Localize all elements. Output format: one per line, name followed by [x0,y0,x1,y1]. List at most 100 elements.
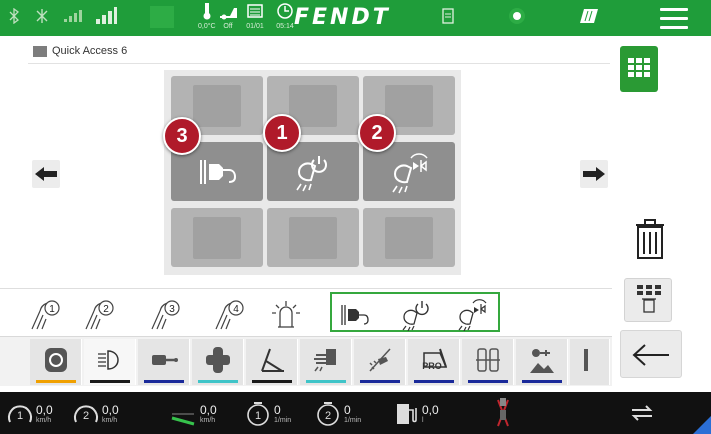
signal-icon [62,8,84,24]
page-title: Quick Access 6 [52,45,128,57]
svg-text:2: 2 [83,410,89,422]
function-tab-bar: PRO [0,336,612,386]
svg-text:4: 4 [233,304,239,315]
headland-sequence-icon: 3 [151,300,180,330]
beacon-light-button[interactable] [266,299,306,333]
tab-spray[interactable] [354,339,406,385]
svg-text:2: 2 [103,304,109,315]
svg-text:1: 1 [255,410,261,422]
pto-2-gauge: 2 0 1/min [314,400,378,428]
speedometer-2-icon: 2 [74,405,98,423]
plug-icon [341,305,369,325]
date-text: 01/01 [246,23,264,30]
tile-empty-r3c1[interactable] [171,208,263,267]
tab-tyre-pressure[interactable] [462,339,514,385]
work-light-auto-icon [392,153,428,194]
brand-logo: FENDT [294,5,391,30]
work-light-auto-button[interactable] [452,299,492,333]
svg-text:1: 1 [49,304,55,315]
work-light-power-icon [402,301,429,331]
tab-more[interactable] [570,339,610,385]
work-light-power-button[interactable] [396,299,436,333]
speed-gauge-2: 2 0,0 km/h [72,400,136,428]
delete-trash-button[interactable] [634,218,666,265]
headland-sequence-icon: 4 [215,300,244,330]
hydraulic-icon [314,349,336,372]
slip-value: 0,0 [200,403,217,417]
tyre-pressure-icon [476,348,500,372]
pto-status-indicator: Off [218,2,238,30]
front-linkage-icon [206,347,230,373]
clock-indicator: 05:14 [276,2,294,30]
tab-terrain[interactable] [516,339,568,385]
headland-sequence-3-button[interactable]: 3 [146,299,186,333]
tab-underline [468,380,508,383]
tab-engine[interactable] [30,339,82,385]
date-indicator: 01/01 [246,2,264,30]
terrain-icon [530,349,554,373]
pto-1-gauge: 1 0 1/min [244,400,308,428]
clear-all-button[interactable] [624,278,672,322]
clear-grid-icon [637,285,661,313]
fuel-pump-icon [397,404,417,424]
speed-1-value: 0,0 [36,403,53,417]
headland-sequence-icon: 2 [85,300,114,330]
speed-2-value: 0,0 [102,403,119,417]
tab-pro[interactable]: PRO [408,339,460,385]
swap-view-button[interactable] [630,402,654,429]
tab-front-linkage[interactable] [192,339,244,385]
tile-empty-r3c2[interactable] [267,208,359,267]
tab-rear-linkage[interactable] [138,339,190,385]
headland-sequence-2-button[interactable]: 2 [80,299,120,333]
headland-sequence-1-button[interactable]: 1 [26,299,66,333]
next-page-button[interactable] [580,160,608,188]
tab-underline [360,380,400,383]
grid-view-button[interactable] [620,46,658,92]
field-icon [580,8,600,24]
badge-number: 2 [358,114,396,152]
badge-number: 1 [263,114,301,152]
pto-1-icon: 1 [247,402,269,426]
pto-2-icon: 2 [317,402,339,426]
main-menu-button[interactable] [660,8,688,30]
slip-icon [171,413,195,426]
previous-page-button[interactable] [32,160,60,188]
display-square-icon [150,6,174,28]
tab-drawbar[interactable] [246,339,298,385]
beacon-light-icon [272,301,300,328]
badge-number: 3 [163,117,201,155]
temperature-text: 0,0°C [198,23,216,30]
swap-arrows-icon [631,405,653,421]
function-button-row: 1 2 3 4 [0,288,612,334]
top-status-bar: 0,0°C Off 01/01 05:14 FENDT [0,0,711,36]
pto-1-unit: 1/min [274,417,292,424]
headland-sequence-4-button[interactable]: 4 [210,299,250,333]
fuel-gauge: 0,0 l [392,400,456,428]
engine-icon [45,348,67,372]
back-button[interactable] [620,330,682,378]
svg-text:3: 3 [169,304,175,315]
tab-underline [306,380,346,383]
tab-underline [198,380,238,383]
tab-underline [144,380,184,383]
warning-disabled-icon [494,396,512,434]
more-tabs-icon [584,349,588,371]
pto-2-value: 0 [344,403,351,417]
arrow-right-icon [583,167,605,181]
plug-icon [200,160,237,184]
speed-1-unit: km/h [36,417,52,424]
headlight-icon [98,350,119,370]
pto-1-value: 0 [274,403,281,417]
speed-gauge-1: 1 0,0 km/h [6,400,70,428]
tab-hydraulic[interactable] [300,339,352,385]
svg-text:1: 1 [17,410,23,422]
tile-empty-r3c3[interactable] [363,208,455,267]
gps-icon [34,8,50,24]
temperature-indicator: 0,0°C [198,2,216,30]
back-arrow-icon [632,344,669,366]
work-light-power-icon [296,156,327,192]
page-header: Quick Access 6 [28,38,610,64]
plug-button[interactable] [336,299,376,333]
tab-headlight[interactable] [84,339,136,385]
headland-sequence-icon: 1 [31,300,60,330]
